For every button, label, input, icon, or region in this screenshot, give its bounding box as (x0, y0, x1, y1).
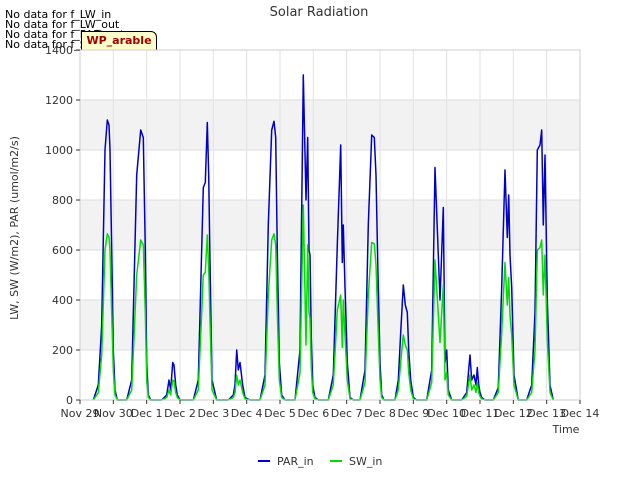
x-tick-label: Dec 6 (297, 407, 329, 420)
x-tick-label: Dec 5 (264, 407, 296, 420)
x-axis-label: Time (552, 423, 580, 436)
grid-band (80, 300, 580, 350)
y-tick-label: 400 (52, 294, 73, 307)
legend-label-sw-in: SW_in (349, 455, 382, 468)
chart-title: Solar Radiation (270, 5, 369, 20)
y-tick-label: 0 (66, 394, 73, 407)
x-tick-label: Nov 30 (94, 407, 133, 420)
legend: PAR_in SW_in (258, 455, 382, 468)
x-tick-label: Dec 1 (131, 407, 163, 420)
y-tick-label: 1400 (45, 44, 73, 57)
x-tick-label: Dec 8 (364, 407, 396, 420)
y-tick-label: 1200 (45, 94, 73, 107)
y-axis-label: LW, SW (W/m2), PAR (umol/m2/s) (8, 136, 21, 320)
legend-label-par-in: PAR_in (277, 455, 314, 468)
grid-band (80, 100, 580, 150)
y-tick-label: 600 (52, 244, 73, 257)
plot-background (79, 49, 581, 401)
x-tick-label: Dec 14 (561, 407, 600, 420)
y-tick-label: 200 (52, 344, 73, 357)
x-tick-label: Dec 4 (231, 407, 263, 420)
solar-radiation-chart: Solar Radiation 0 200 400 600 800 1000 1200 140… (8, 5, 600, 468)
x-tick-label: Dec 2 (164, 407, 196, 420)
x-tick-label: Dec 3 (197, 407, 229, 420)
x-tick-label: Dec 9 (397, 407, 429, 420)
y-tick-label: 800 (52, 194, 73, 207)
y-tick-label: 1000 (45, 144, 73, 157)
x-tick-label: Dec 7 (331, 407, 363, 420)
grid-band (80, 200, 580, 250)
